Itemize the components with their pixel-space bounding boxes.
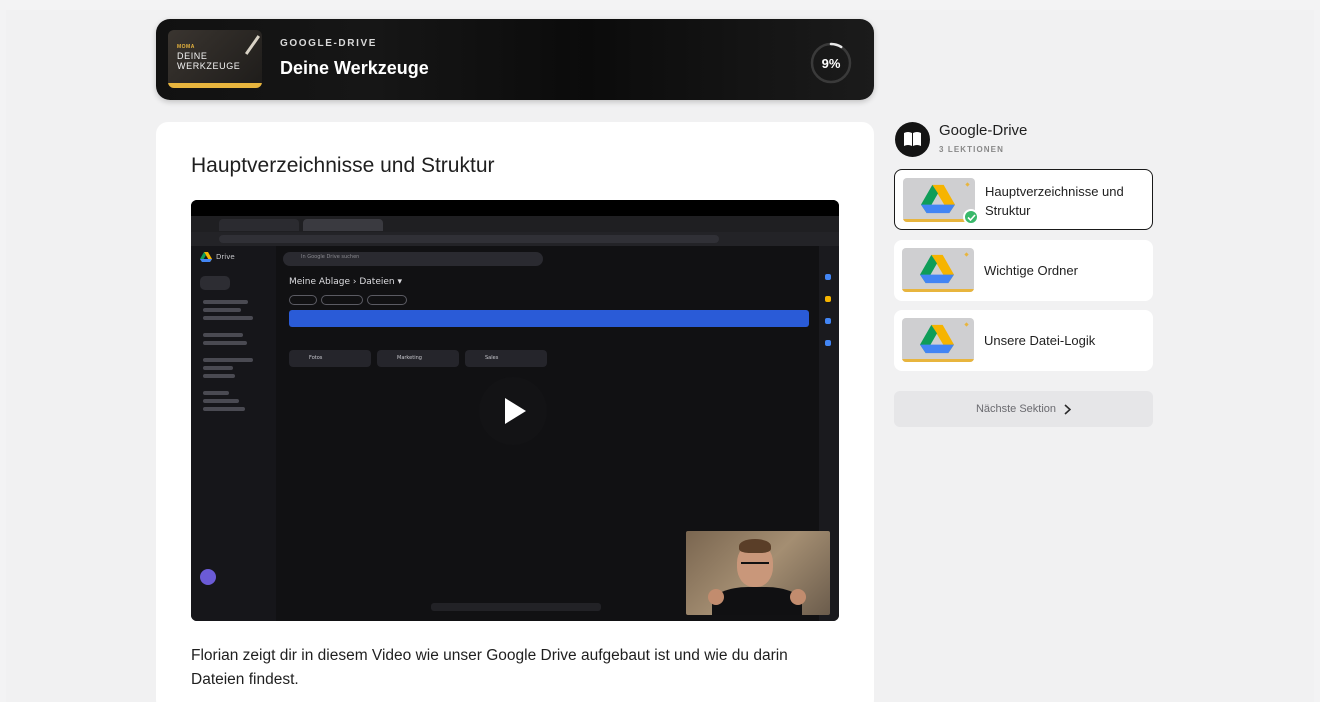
lesson-item-datei-logik[interactable]: Unsere Datei-Logik [894, 310, 1153, 371]
video-nav-line [203, 391, 229, 395]
video-folder-tile [465, 350, 547, 367]
video-bottom-bar [431, 603, 601, 611]
lesson-description: Florian zeigt dir in diesem Video wie un… [191, 647, 788, 688]
thumbnail-accent-strip [168, 83, 262, 88]
google-drive-icon [921, 184, 955, 214]
progress-percent: 9% [821, 55, 841, 71]
video-nav-line [203, 358, 253, 362]
google-drive-icon [920, 254, 954, 284]
book-icon [895, 122, 930, 157]
pen-icon [244, 35, 261, 55]
drive-logo-icon [200, 252, 212, 262]
video-browser-tabs [191, 216, 839, 232]
video-url-bar [191, 232, 839, 246]
video-nav-line [203, 316, 253, 320]
course-banner: MOMA DEINE WERKZEUGE [156, 19, 874, 100]
thumbnail-title: DEINE WERKZEUGE [177, 51, 241, 71]
lesson-title: Hauptverzeichnisse und Struktur [191, 154, 495, 177]
section-lesson-count: 3 LEKTIONEN [939, 145, 1004, 154]
completed-check-icon [963, 209, 979, 225]
lesson-item-label: Unsere Datei-Logik [984, 333, 1096, 348]
lesson-item-hauptverzeichnisse[interactable]: Hauptverzeichnisse und Struktur [894, 169, 1153, 230]
section-title: Google-Drive [939, 122, 1028, 139]
next-section-label: Nächste Sektion [975, 403, 1057, 415]
video-notice-banner [289, 310, 809, 327]
lesson-item-label: Hauptverzeichnisse und Struktur [985, 184, 1124, 218]
video-nav-line [203, 399, 239, 403]
banner-kicker: GOOGLE-DRIVE [280, 38, 377, 49]
video-player[interactable]: Drive In Google Drive suchen Meine Ablag… [191, 200, 839, 621]
video-search-placeholder: In Google Drive suchen [301, 254, 360, 260]
course-thumbnail: MOMA DEINE WERKZEUGE [168, 30, 262, 88]
next-section-button[interactable]: Nächste Sektion [894, 391, 1153, 427]
video-nav-line [203, 374, 235, 378]
video-filter-chip [289, 295, 317, 305]
video-breadcrumb: Meine Ablage › Dateien ▾ [289, 277, 402, 287]
webcam-overlay [686, 531, 830, 615]
lesson-card: Hauptverzeichnisse und Struktur Drive In… [156, 122, 874, 702]
video-nav-line [203, 333, 243, 337]
progress-ring: 9% [808, 40, 854, 86]
video-app-name: Drive [216, 253, 235, 261]
lesson-item-wichtige-ordner[interactable]: Wichtige Ordner [894, 240, 1153, 301]
lesson-thumbnail [902, 248, 974, 292]
video-nav-line [203, 341, 247, 345]
video-new-button [200, 276, 230, 290]
chevron-right-icon [1064, 403, 1072, 415]
video-nav-line [203, 366, 233, 370]
video-folder-label: Fotos [309, 355, 323, 361]
video-nav-line [203, 308, 241, 312]
video-nav-line [203, 407, 245, 411]
video-folder-tile [289, 350, 371, 367]
video-filter-chip [367, 295, 407, 305]
video-os-bar [191, 200, 839, 216]
banner-title: Deine Werkzeuge [280, 58, 429, 78]
video-user-avatar [200, 569, 216, 585]
video-nav-line [203, 300, 248, 304]
play-button[interactable] [479, 377, 547, 445]
video-folder-label: Marketing [397, 355, 422, 361]
google-drive-icon [920, 324, 954, 354]
video-folder-label: Sales [485, 355, 499, 361]
play-icon [505, 398, 526, 424]
video-filter-chip [321, 295, 363, 305]
lesson-thumbnail [902, 318, 974, 362]
lesson-item-label: Wichtige Ordner [984, 263, 1078, 278]
thumbnail-kicker: MOMA [177, 44, 195, 50]
